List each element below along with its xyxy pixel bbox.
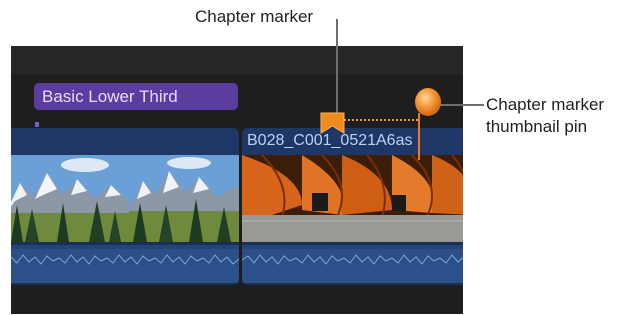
callout-pin-line2: thumbnail pin (486, 117, 588, 136)
timeline-ruler[interactable] (11, 46, 463, 74)
callout-leader-line (336, 19, 338, 117)
filmstrip-frame (242, 155, 463, 242)
audio-waveform (242, 245, 463, 283)
filmstrip-frame (129, 155, 239, 242)
video-clip-left[interactable] (11, 128, 239, 285)
title-clip[interactable]: Basic Lower Third (34, 83, 238, 110)
callout-chapter-marker-thumbnail-pin: Chapter marker thumbnail pin (486, 94, 626, 138)
filmstrip-frame (11, 155, 129, 242)
filmstrip (242, 155, 463, 242)
chapter-marker-thumbnail-pin-icon[interactable] (414, 87, 442, 117)
timeline-panel[interactable]: Basic Lower Third B028_C001_0521A6as (11, 46, 463, 314)
callout-chapter-marker: Chapter marker (195, 7, 314, 26)
clip-header[interactable] (11, 128, 239, 155)
clip-name: B028_C001_0521A6as (247, 132, 413, 149)
title-connection-line (35, 122, 39, 127)
audio-waveform (11, 245, 239, 283)
video-clip-right[interactable]: B028_C001_0521A6as (242, 128, 463, 285)
chapter-marker-icon[interactable] (320, 112, 345, 134)
thumbnail-pin-stem (418, 113, 420, 160)
filmstrip (11, 155, 239, 242)
callout-pin-line1: Chapter marker (486, 95, 605, 114)
clip-header[interactable]: B028_C001_0521A6as (242, 128, 463, 155)
